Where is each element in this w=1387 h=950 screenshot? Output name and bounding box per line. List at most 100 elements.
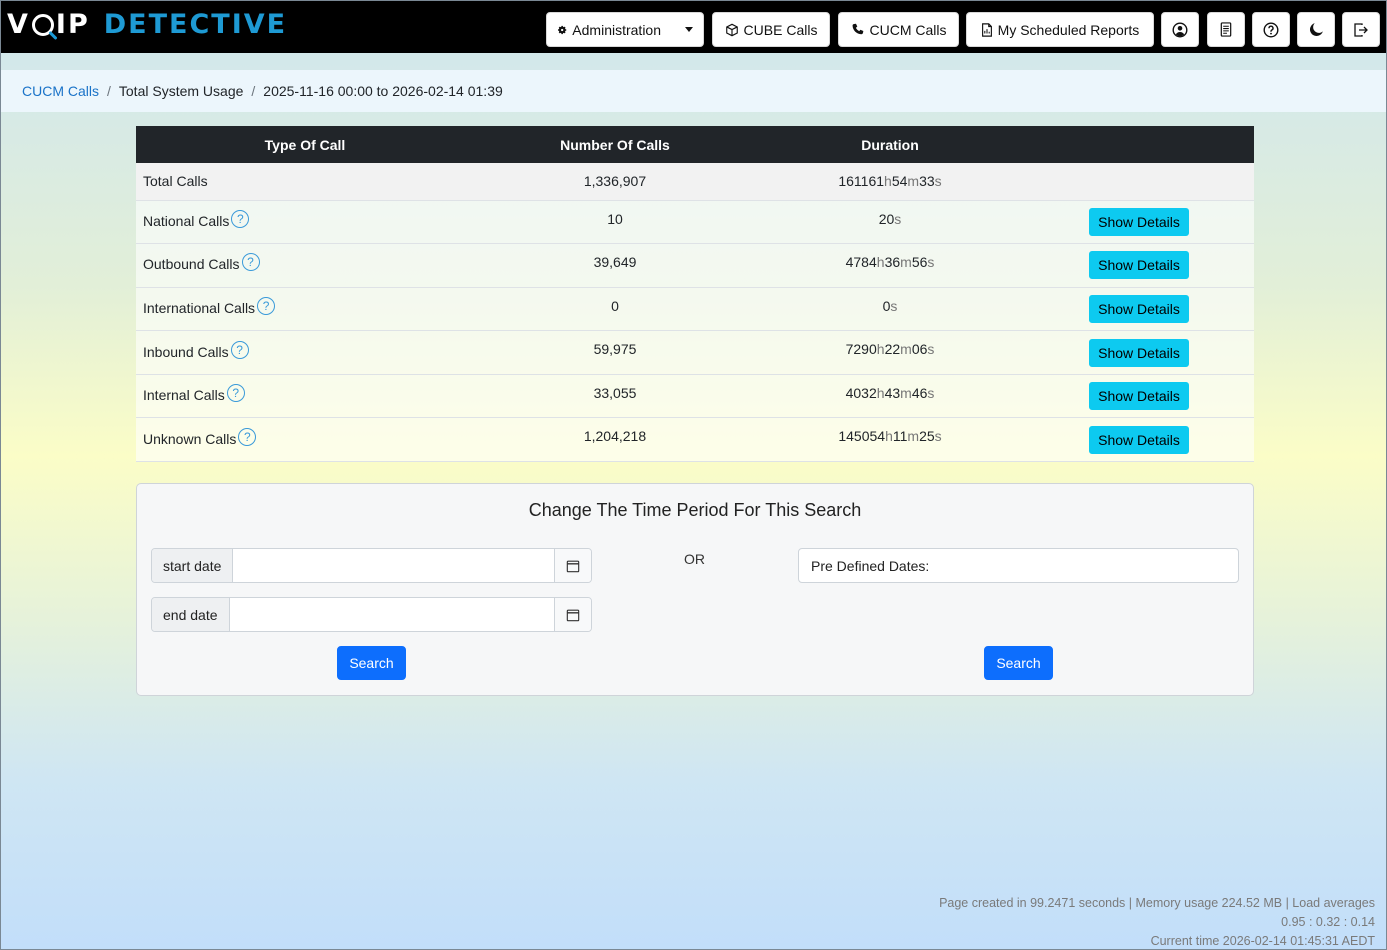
call-type-cell: Unknown Calls? bbox=[136, 417, 474, 463]
logo-voip-v: V bbox=[7, 9, 30, 40]
cube-calls-label: CUBE Calls bbox=[743, 21, 818, 38]
unit-s: s bbox=[894, 210, 902, 227]
help-circle-icon bbox=[1263, 21, 1279, 38]
footer-page-stats: Page created in 99.2471 seconds | Memory… bbox=[939, 896, 1375, 910]
call-duration: 4784h36m56s bbox=[756, 243, 1024, 288]
unit-s: s bbox=[927, 341, 935, 358]
actions-cell: Show Details bbox=[1024, 243, 1254, 288]
report-button[interactable] bbox=[1207, 12, 1245, 47]
logo-o-ring-icon bbox=[31, 13, 54, 36]
help-icon[interactable]: ? bbox=[230, 340, 249, 359]
unit-m: m bbox=[900, 384, 912, 401]
call-type-cell: Outbound Calls? bbox=[136, 243, 474, 288]
end-date-group: end date bbox=[151, 597, 592, 632]
breadcrumb-link-cucm-calls[interactable]: CUCM Calls bbox=[22, 83, 99, 99]
start-date-label: start date bbox=[152, 549, 234, 582]
page-footer: Page created in 99.2471 seconds | Memory… bbox=[939, 894, 1375, 950]
start-date-calendar-button[interactable] bbox=[554, 549, 591, 582]
duration-seconds: 20 bbox=[878, 210, 895, 227]
table-header-row: Type Of Call Number Of Calls Duration bbox=[136, 126, 1254, 163]
predefined-dates-select[interactable]: Pre Defined Dates: bbox=[798, 548, 1239, 583]
duration-seconds: 46 bbox=[911, 384, 928, 401]
logo-voip-rest: IP bbox=[55, 9, 90, 40]
top-navbar: V IP DETECTIVE Administration CUBE Calls… bbox=[1, 1, 1386, 53]
call-duration: 20s bbox=[756, 200, 1024, 245]
show-details-button[interactable]: Show Details bbox=[1089, 294, 1189, 323]
duration-minutes: 11 bbox=[892, 428, 908, 445]
table-row: Inbound Calls? 59,975 7290h22m06s Show Deta… bbox=[136, 330, 1254, 375]
unit-s: s bbox=[927, 384, 935, 401]
actions-cell: Show Details bbox=[1024, 200, 1254, 245]
unit-m: m bbox=[900, 254, 912, 271]
show-details-button[interactable]: Show Details bbox=[1089, 338, 1189, 367]
call-count: 39,649 bbox=[474, 243, 756, 288]
unit-m: m bbox=[907, 428, 920, 445]
search-predefined-dates-button[interactable]: Search bbox=[984, 646, 1053, 680]
call-usage-table: Type Of Call Number Of Calls Duration To… bbox=[136, 126, 1254, 463]
unit-h: h bbox=[876, 254, 885, 271]
show-details-button[interactable]: Show Details bbox=[1089, 425, 1189, 454]
administration-label: Administration bbox=[572, 21, 661, 38]
help-icon[interactable]: ? bbox=[226, 384, 245, 403]
unit-m: m bbox=[900, 341, 912, 358]
breadcrumb: CUCM Calls / Total System Usage / 2025-1… bbox=[1, 70, 1386, 112]
gear-icon bbox=[558, 25, 567, 34]
call-count: 0 bbox=[474, 287, 756, 332]
call-type-cell: Internal Calls? bbox=[136, 374, 474, 419]
breadcrumb-date-range: 2025-11-16 00:00 to 2026-02-14 01:39 bbox=[263, 83, 503, 99]
start-date-input[interactable] bbox=[233, 549, 554, 582]
call-duration: 4032h43m46s bbox=[756, 374, 1024, 419]
actions-cell: Show Details bbox=[1024, 417, 1254, 463]
end-date-input[interactable] bbox=[229, 598, 554, 631]
search-custom-dates-button[interactable]: Search bbox=[337, 646, 406, 680]
actions-cell: Show Details bbox=[1024, 330, 1254, 375]
duration-minutes: 54 bbox=[891, 173, 908, 190]
unit-h: h bbox=[876, 341, 885, 358]
phone-icon bbox=[852, 23, 863, 34]
help-icon[interactable]: ? bbox=[241, 253, 260, 272]
profile-button[interactable] bbox=[1161, 12, 1199, 47]
user-circle-icon bbox=[1172, 21, 1188, 38]
duration-minutes: 22 bbox=[884, 341, 901, 358]
logout-icon bbox=[1354, 22, 1368, 37]
call-duration: 7290h22m06s bbox=[756, 330, 1024, 375]
calendar-icon bbox=[566, 560, 580, 572]
help-icon[interactable]: ? bbox=[257, 296, 276, 315]
logo-detective: DETECTIVE bbox=[103, 9, 288, 40]
help-icon[interactable]: ? bbox=[231, 209, 250, 228]
my-scheduled-reports-button[interactable]: My Scheduled Reports bbox=[966, 12, 1154, 47]
file-report-icon bbox=[981, 22, 992, 37]
moon-icon bbox=[1309, 23, 1323, 37]
voip-detective-logo[interactable]: V IP DETECTIVE bbox=[7, 9, 287, 40]
dark-mode-toggle[interactable] bbox=[1297, 12, 1335, 47]
chevron-down-icon bbox=[685, 27, 693, 32]
table-row: Internal Calls? 33,055 4032h43m46s Show Det… bbox=[136, 374, 1254, 419]
cube-calls-button[interactable]: CUBE Calls bbox=[712, 12, 830, 47]
call-duration: 145054h11m25s bbox=[756, 417, 1024, 463]
total-calls-duration: 161161h54m33s bbox=[756, 163, 1024, 201]
logout-button[interactable] bbox=[1342, 12, 1380, 47]
administration-dropdown-button[interactable]: Administration bbox=[546, 12, 704, 47]
end-date-calendar-button[interactable] bbox=[554, 598, 591, 631]
call-count: 33,055 bbox=[474, 374, 756, 419]
duration-hours: 145054 bbox=[838, 428, 886, 445]
duration-seconds: 25 bbox=[919, 428, 935, 445]
logo-voip: V IP bbox=[7, 9, 90, 40]
end-date-label: end date bbox=[152, 598, 230, 631]
call-type-label: Outbound Calls bbox=[143, 256, 240, 273]
header-type-of-call: Type Of Call bbox=[264, 136, 346, 153]
duration-hours: 161161 bbox=[838, 173, 885, 190]
show-details-button[interactable]: Show Details bbox=[1089, 382, 1189, 411]
show-details-button[interactable]: Show Details bbox=[1089, 207, 1189, 236]
duration-seconds: 33 bbox=[919, 173, 935, 190]
footer-current-time: Current time 2026-02-14 01:45:31 AEDT bbox=[1150, 934, 1375, 948]
help-button[interactable] bbox=[1252, 12, 1290, 47]
duration-seconds: 06 bbox=[911, 341, 928, 358]
unit-s: s bbox=[934, 428, 942, 445]
actions-cell: Show Details bbox=[1024, 374, 1254, 419]
help-icon[interactable]: ? bbox=[238, 427, 257, 446]
table-row: International Calls? 0 0s Show Details bbox=[136, 287, 1254, 332]
table-row-total: Total Calls 1,336,907 161161h54m33s bbox=[136, 163, 1254, 201]
show-details-button[interactable]: Show Details bbox=[1089, 251, 1189, 280]
cucm-calls-button[interactable]: CUCM Calls bbox=[838, 12, 959, 47]
